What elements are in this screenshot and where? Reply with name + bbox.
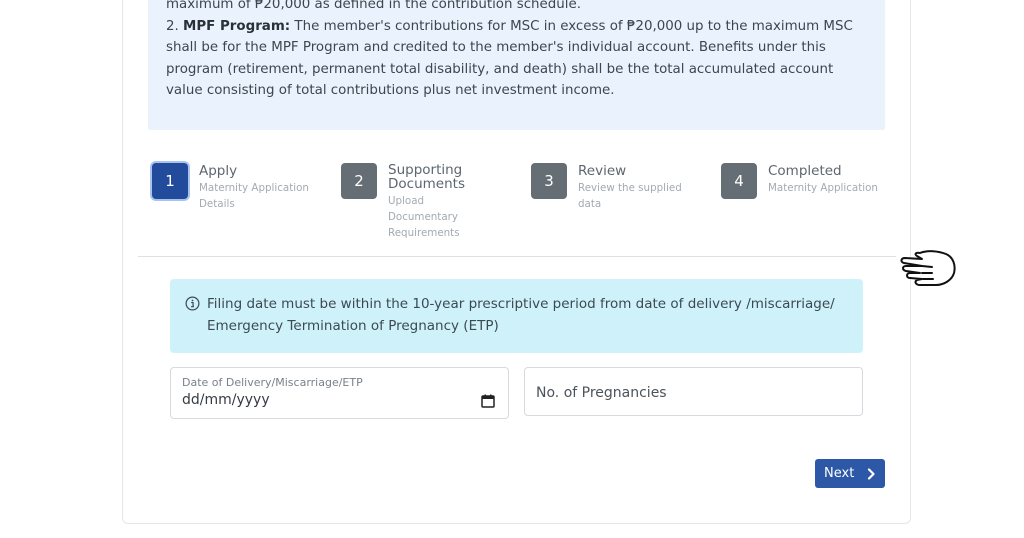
info-mpf-paragraph: 2. MPF Program: The member's contributio… — [166, 16, 866, 102]
next-button[interactable]: Next — [815, 459, 885, 488]
mpf-prefix: 2. — [166, 18, 184, 34]
step-title: Supporting Documents — [388, 162, 465, 192]
step-number: 2 — [341, 163, 377, 199]
mpf-info-text: maximum of ₱20,000 as defined in the con… — [166, 0, 866, 102]
pregnancies-input[interactable]: No. of Pregnancies — [536, 385, 667, 401]
step-subtitle: Maternity Application — [768, 182, 878, 194]
hand-pointer-icon — [900, 250, 956, 286]
info-circle-icon — [185, 296, 200, 311]
pregnancies-field[interactable]: No. of Pregnancies — [524, 367, 863, 416]
step-number: 4 — [721, 163, 757, 199]
chevron-right-icon — [867, 468, 875, 480]
calendar-icon[interactable] — [481, 394, 495, 408]
alert-message: Filing date must be within the 10-year p… — [207, 296, 835, 334]
delivery-date-label: Date of Delivery/Miscarriage/ETP — [182, 376, 363, 389]
step-subtitle: Upload Documentary Requirements — [388, 195, 460, 239]
stepper-divider — [138, 256, 896, 257]
mpf-title: MPF Program: — [183, 18, 291, 34]
delivery-date-field[interactable]: Date of Delivery/Miscarriage/ETP dd/mm/y… — [170, 367, 509, 419]
next-button-label: Next — [824, 466, 855, 481]
step-title: Apply — [199, 163, 238, 179]
delivery-date-input[interactable]: dd/mm/yyyy — [182, 392, 270, 408]
filing-date-alert: Filing date must be within the 10-year p… — [170, 279, 863, 353]
step-number: 3 — [531, 163, 567, 199]
step-subtitle: Review the supplied data — [578, 182, 682, 210]
info-line-1: maximum of ₱20,000 as defined in the con… — [166, 0, 581, 12]
step-subtitle: Maternity Application Details — [199, 182, 309, 210]
step-title: Review — [578, 163, 627, 179]
step-number: 1 — [152, 163, 188, 199]
step-title: Completed — [768, 163, 842, 179]
